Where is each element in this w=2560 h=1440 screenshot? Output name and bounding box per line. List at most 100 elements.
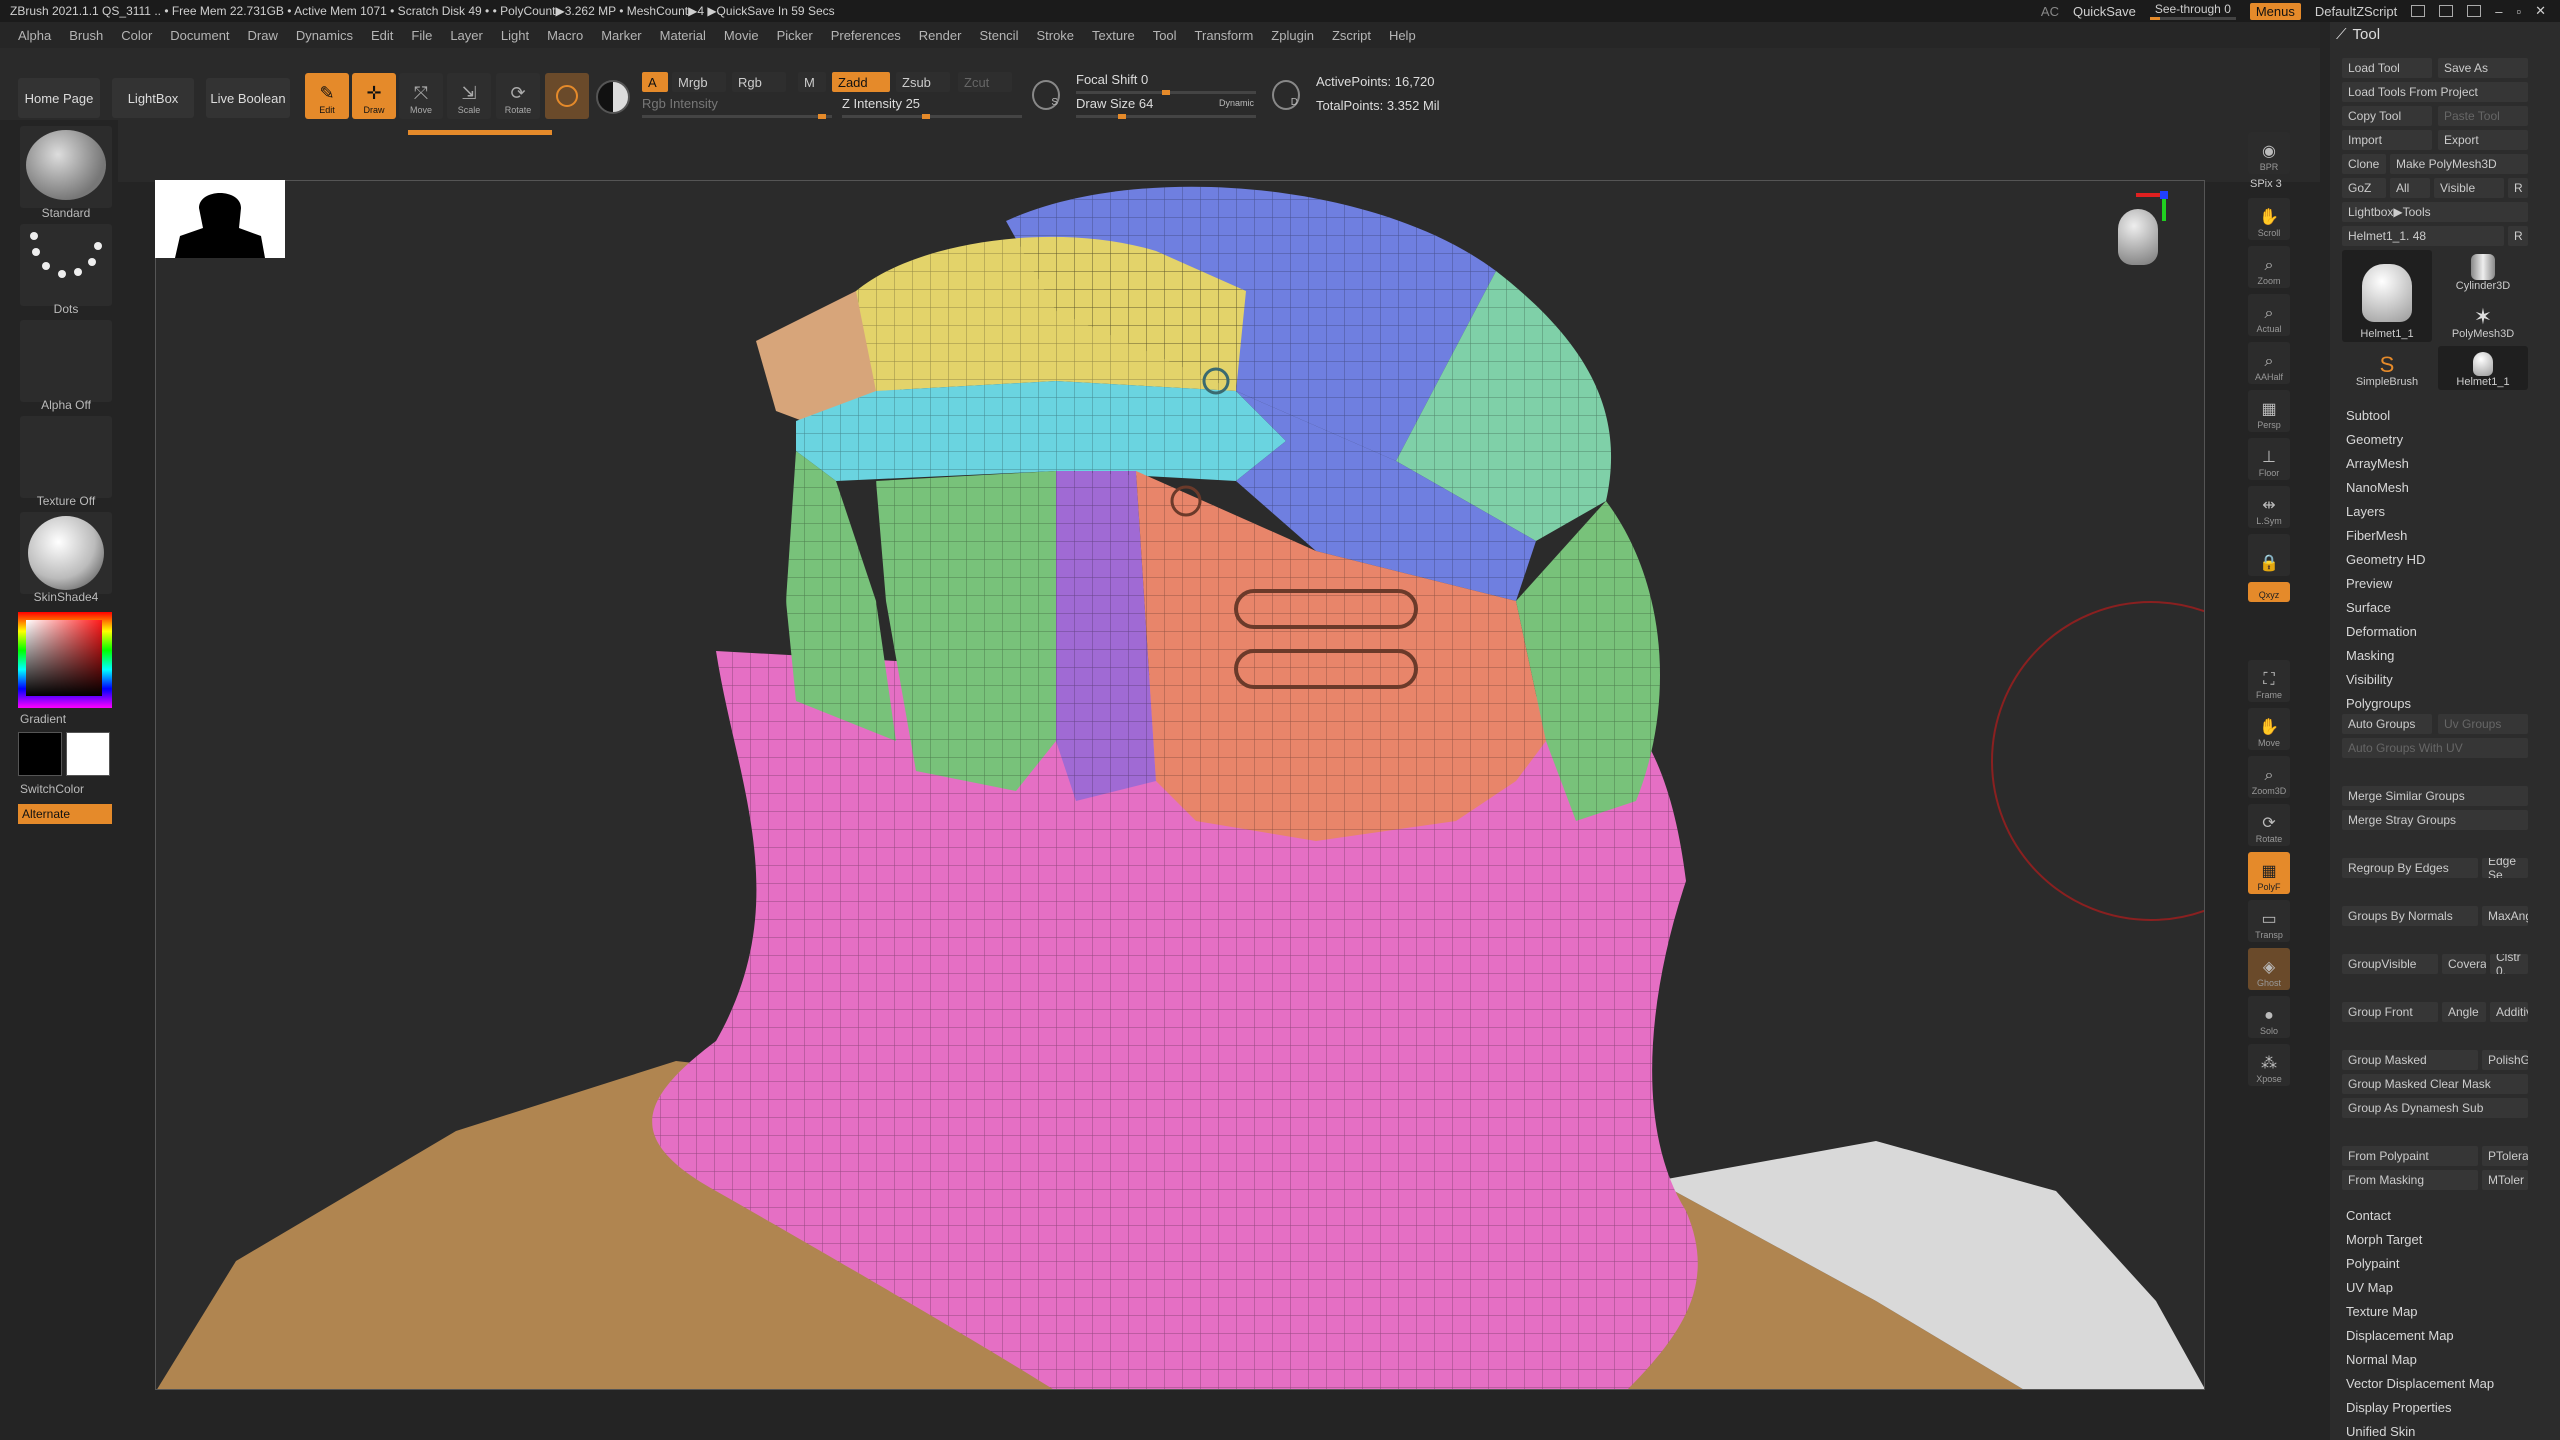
menu-draw[interactable]: Draw	[248, 28, 278, 43]
angle-slider[interactable]: Angle	[2442, 1002, 2486, 1022]
xpose-button[interactable]: ⁂ Xpose	[2248, 1044, 2290, 1086]
rgb-toggle[interactable]: Rgb	[732, 72, 786, 92]
menu-movie[interactable]: Movie	[724, 28, 759, 43]
alpha-slot[interactable]	[20, 320, 112, 402]
section-subtool[interactable]: Subtool	[2346, 408, 2390, 423]
groups-by-normals-button[interactable]: Groups By Normals	[2342, 906, 2478, 926]
group-masked-clear-mask-button[interactable]: Group Masked Clear Mask	[2342, 1074, 2528, 1094]
merge-similar-groups-button[interactable]: Merge Similar Groups	[2342, 786, 2528, 806]
close-icon[interactable]: ✕	[2535, 3, 2546, 19]
menu-layer[interactable]: Layer	[450, 28, 483, 43]
zoom3d-button[interactable]: ⌕ Zoom3D	[2248, 756, 2290, 798]
menus-toggle[interactable]: Menus	[2249, 2, 2301, 20]
goz-r-button[interactable]: R	[2508, 178, 2528, 198]
section-vector-displacement-map[interactable]: Vector Displacement Map	[2346, 1376, 2494, 1391]
scale-button[interactable]: ⇲ Scale	[447, 73, 491, 119]
gradient-label[interactable]: Gradient	[20, 712, 66, 726]
menu-zplugin[interactable]: Zplugin	[1271, 28, 1314, 43]
draw-button[interactable]: ✛ Draw	[352, 73, 396, 119]
section-polygroups[interactable]: Polygroups	[2346, 696, 2411, 711]
secondary-color-swatch[interactable]	[66, 732, 110, 776]
menu-brush[interactable]: Brush	[69, 28, 103, 43]
goz-all-button[interactable]: All	[2390, 178, 2430, 198]
tool-thumb-helmet[interactable]: Helmet1_1	[2342, 250, 2432, 342]
lightbox-tools-button[interactable]: Lightbox▶Tools	[2342, 202, 2528, 222]
material-slot[interactable]	[20, 512, 112, 594]
helmet-subtool-slider[interactable]: Helmet1_1. 48	[2342, 226, 2504, 246]
from-polypaint-button[interactable]: From Polypaint	[2342, 1146, 2478, 1166]
navigator-thumbnail[interactable]	[155, 180, 285, 258]
m-toggle[interactable]: M	[798, 72, 826, 92]
load-tools-from-project-button[interactable]: Load Tools From Project	[2342, 82, 2528, 102]
minimize-icon[interactable]: –	[2495, 4, 2502, 19]
floor-button[interactable]: ⊥ Floor	[2248, 438, 2290, 480]
menu-texture[interactable]: Texture	[1092, 28, 1135, 43]
dynamic-label[interactable]: Dynamic	[1219, 98, 1254, 108]
from-masking-button[interactable]: From Masking	[2342, 1170, 2478, 1190]
tool-thumb-simplebrush[interactable]: S SimpleBrush	[2342, 346, 2432, 390]
section-surface[interactable]: Surface	[2346, 600, 2391, 615]
goz-visible-button[interactable]: Visible	[2434, 178, 2504, 198]
menu-stencil[interactable]: Stencil	[979, 28, 1018, 43]
edit-button[interactable]: ✎ Edit	[305, 73, 349, 119]
aahalf-button[interactable]: ⌕ AAHalf	[2248, 342, 2290, 384]
rotate-view-button[interactable]: ⟳ Rotate	[2248, 804, 2290, 846]
section-contact[interactable]: Contact	[2346, 1208, 2391, 1223]
mrgb-toggle[interactable]: Mrgb	[672, 72, 726, 92]
rgb-intensity-slider[interactable]: Rgb Intensity	[642, 96, 832, 119]
auto-groups-uv-button[interactable]: Auto Groups With UV	[2342, 738, 2528, 758]
export-button[interactable]: Export	[2438, 130, 2528, 150]
menu-help[interactable]: Help	[1389, 28, 1416, 43]
alternate-button[interactable]: Alternate	[18, 804, 112, 824]
menu-macro[interactable]: Macro	[547, 28, 583, 43]
menu-file[interactable]: File	[411, 28, 432, 43]
move-view-button[interactable]: ✋ Move	[2248, 708, 2290, 750]
ghost-button[interactable]: ◈ Ghost	[2248, 948, 2290, 990]
make-polymesh-button[interactable]: Make PolyMesh3D	[2390, 154, 2528, 174]
coverage-slider[interactable]: Coverag	[2442, 954, 2486, 974]
quicksave-button[interactable]: QuickSave	[2073, 4, 2136, 19]
menu-alpha[interactable]: Alpha	[18, 28, 51, 43]
section-masking[interactable]: Masking	[2346, 648, 2394, 663]
section-layers[interactable]: Layers	[2346, 504, 2385, 519]
section-uv-map[interactable]: UV Map	[2346, 1280, 2393, 1295]
menu-light[interactable]: Light	[501, 28, 529, 43]
tool-panel-header[interactable]: ⟋ Tool	[2336, 26, 2380, 43]
lazy-mouse-icon[interactable]: S	[1032, 80, 1060, 110]
section-unified-skin[interactable]: Unified Skin	[2346, 1424, 2415, 1439]
maximize-icon[interactable]: ▫	[2516, 4, 2521, 19]
goz-button[interactable]: GoZ	[2342, 178, 2386, 198]
section-morph-target[interactable]: Morph Target	[2346, 1232, 2422, 1247]
section-geometry-hd[interactable]: Geometry HD	[2346, 552, 2425, 567]
helmet-model[interactable]	[156, 181, 2205, 1390]
section-displacement-map[interactable]: Displacement Map	[2346, 1328, 2454, 1343]
z-intensity-slider[interactable]: Z Intensity 25	[842, 96, 1022, 119]
color-picker[interactable]	[18, 612, 112, 708]
color-field[interactable]	[26, 620, 102, 696]
section-polypaint[interactable]: Polypaint	[2346, 1256, 2399, 1271]
copy-tool-button[interactable]: Copy Tool	[2342, 106, 2432, 126]
menu-tool[interactable]: Tool	[1153, 28, 1177, 43]
live-boolean-button[interactable]: Live Boolean	[206, 78, 290, 118]
import-button[interactable]: Import	[2342, 130, 2432, 150]
section-preview[interactable]: Preview	[2346, 576, 2392, 591]
texture-slot[interactable]	[20, 416, 112, 498]
helmet-r-button[interactable]: R	[2508, 226, 2528, 246]
solo-button[interactable]: ● Solo	[2248, 996, 2290, 1038]
viewport-canvas[interactable]	[155, 180, 2205, 1390]
polyf-button[interactable]: ▦ PolyF	[2248, 852, 2290, 894]
xyz-button[interactable]: Qxyz	[2248, 582, 2290, 602]
move-button[interactable]: ⤧ Move	[399, 73, 443, 119]
zoom-button[interactable]: ⌕ Zoom	[2248, 246, 2290, 288]
persp-button[interactable]: ▦ Persp	[2248, 390, 2290, 432]
groupvisible-button[interactable]: GroupVisible	[2342, 954, 2438, 974]
max-angle-slider[interactable]: MaxAng	[2482, 906, 2528, 926]
load-tool-button[interactable]: Load Tool	[2342, 58, 2432, 78]
lsym-button[interactable]: ⇹ L.Sym	[2248, 486, 2290, 528]
focal-shift-slider[interactable]: Focal Shift 0	[1076, 72, 1256, 95]
polish-groups-slider[interactable]: PolishG	[2482, 1050, 2528, 1070]
draw-size-slider[interactable]: Draw Size 64 Dynamic	[1076, 96, 1256, 119]
zsub-toggle[interactable]: Zsub	[896, 72, 950, 92]
section-visibility[interactable]: Visibility	[2346, 672, 2393, 687]
menu-color[interactable]: Color	[121, 28, 152, 43]
